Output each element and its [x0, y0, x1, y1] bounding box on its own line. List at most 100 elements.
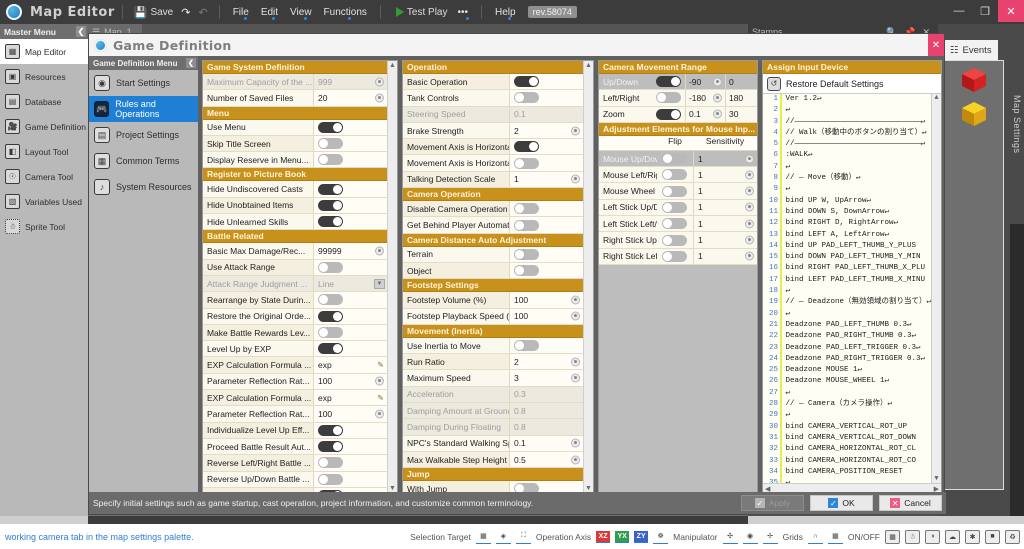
settings-row-value[interactable]: 20 ● — [312, 90, 387, 106]
stepper-button[interactable]: ● — [744, 219, 754, 229]
stepper-button[interactable]: ● — [570, 295, 580, 305]
settings-row-value[interactable]: 100 ● — [508, 308, 583, 324]
settings-row[interactable]: Hide Unobtained Items — [202, 197, 387, 215]
selection-target-scene-icon[interactable]: ⛶ — [515, 530, 531, 544]
settings-row-value[interactable] — [312, 422, 387, 438]
settings-row[interactable]: Movement Axis is Horizontal a... — [402, 139, 583, 156]
settings-row-value[interactable] — [312, 471, 387, 487]
settings-row[interactable]: Steering Speed 0.1 — [402, 106, 583, 123]
stepper-button[interactable]: ● — [570, 373, 580, 383]
toggle-switch[interactable] — [656, 92, 682, 104]
edit-pencil-icon[interactable]: ✎ — [377, 393, 384, 402]
scroll-up-icon[interactable]: ▲ — [934, 94, 938, 102]
scroll-down-icon[interactable]: ▼ — [934, 475, 938, 483]
mouse-row-sensitivity[interactable]: 1 ● — [692, 199, 757, 216]
minimize-button[interactable]: — — [946, 0, 972, 22]
settings-row[interactable]: Get Behind Player Automatically — [402, 217, 583, 234]
toggle-switch[interactable] — [513, 141, 539, 153]
settings-row[interactable]: Individualize Level Up Eff... — [202, 422, 387, 439]
yellow-cube-thumbnail[interactable] — [957, 99, 991, 129]
mouse-row-sensitivity[interactable]: 1 ● — [692, 150, 757, 167]
settings-row-value[interactable] — [312, 455, 387, 471]
manipulator-move-icon[interactable]: ✣ — [722, 530, 738, 544]
scroll-down-icon[interactable]: ▼ — [585, 485, 592, 492]
settings-row[interactable]: Maximum Speed 3 ● — [402, 370, 583, 387]
toggle-switch[interactable] — [513, 265, 539, 277]
sidebar-item-variables-used[interactable]: ▧ Variables Used — [0, 189, 88, 214]
settings-row-value[interactable] — [508, 262, 583, 279]
close-button[interactable]: ✕ — [998, 0, 1024, 22]
settings-row[interactable]: Object — [402, 262, 583, 280]
settings-row[interactable]: Hide Unlearned Skills — [202, 214, 387, 231]
toggle-switch[interactable] — [662, 169, 688, 181]
camera-range-max[interactable]: 0 — [724, 74, 757, 90]
mouse-adjustment-row[interactable]: Right Stick Up/... 1● — [598, 232, 757, 249]
settings-row[interactable]: Brake Strength 2 ● — [402, 122, 583, 140]
mouse-row-sensitivity[interactable]: 1 ● — [692, 167, 757, 183]
settings-row-value[interactable]: 2 ● — [508, 122, 583, 139]
toggle-switch[interactable] — [656, 108, 682, 120]
settings-row[interactable]: Reverse Up/Down Battle ... — [202, 471, 387, 488]
settings-row-value[interactable] — [312, 214, 387, 230]
toggle-switch[interactable] — [317, 327, 343, 338]
settings-row-value[interactable] — [312, 292, 387, 308]
settings-row[interactable]: Skip Title Screen — [202, 135, 387, 153]
stepper-button[interactable]: ● — [374, 77, 384, 87]
grid-toggle-icon[interactable]: ▦ — [885, 529, 900, 544]
sidebar-item-resources[interactable]: ▣ Resources — [0, 64, 88, 89]
settings-row-value[interactable] — [312, 181, 387, 197]
axis-xz-button[interactable]: XZ — [596, 530, 611, 543]
settings-row[interactable]: Use Inertia to Move — [402, 337, 583, 355]
stepper-button[interactable]: ● — [374, 246, 384, 256]
fog-icon[interactable]: ☁ — [945, 529, 960, 544]
toggle-switch[interactable] — [317, 441, 343, 453]
toggle-switch[interactable] — [317, 261, 343, 273]
toggle-switch[interactable] — [317, 310, 343, 322]
menu-edit[interactable]: Edit — [255, 5, 284, 20]
settings-row[interactable]: Disable Camera Operation — [402, 201, 583, 218]
settings-row-value[interactable]: 0.1 — [508, 106, 583, 122]
dialog-close-button[interactable]: ✕ — [928, 34, 944, 56]
mouse-adjustment-row[interactable]: Right Stick Left/... 1● — [598, 248, 757, 265]
settings-row-value[interactable]: 1 ● — [508, 171, 583, 188]
toggle-switch[interactable] — [513, 203, 539, 215]
toggle-switch[interactable] — [317, 457, 343, 469]
dialog-nav-item-system-resources[interactable]: ♪ System Resources — [89, 174, 198, 200]
light-icon[interactable]: ☃ — [905, 529, 920, 544]
stepper-button[interactable]: ● — [374, 409, 384, 419]
settings-row[interactable]: Movement Axis is Horizontal a... — [402, 155, 583, 172]
settings-row-value[interactable]: 999 ● — [312, 74, 387, 90]
toggle-switch[interactable] — [317, 294, 343, 306]
camera-range-max[interactable]: 30 — [724, 106, 757, 122]
stepper-button[interactable]: ● — [570, 455, 580, 465]
scrollbar-column-2[interactable]: ▲ ▼ — [582, 61, 593, 493]
settings-row-value[interactable] — [312, 341, 387, 357]
redo-button[interactable]: ↷ — [177, 4, 194, 21]
settings-row[interactable]: Restore the Original Orde... — [202, 308, 387, 325]
toggle-switch[interactable] — [513, 219, 539, 231]
settings-row-value[interactable] — [312, 259, 387, 275]
settings-row[interactable]: Number of Saved Files 20 ● — [202, 90, 387, 107]
mouse-row-flip-toggle[interactable] — [657, 183, 693, 198]
toggle-switch[interactable] — [317, 424, 343, 436]
toggle-switch[interactable] — [317, 473, 343, 485]
toggle-switch[interactable] — [317, 138, 343, 150]
mouse-adjustment-row[interactable]: Left Stick Up/D... 1● — [598, 199, 757, 217]
toggle-switch[interactable] — [662, 234, 688, 246]
settings-row-value[interactable] — [508, 337, 583, 354]
overflow-menu-button[interactable]: ••• — [451, 5, 474, 20]
settings-row[interactable]: Level Up by EXP — [202, 341, 387, 358]
stepper-button[interactable]: ● — [744, 154, 754, 164]
settings-row-value[interactable]: 0.1 ● — [508, 435, 583, 451]
restore-default-settings-button[interactable]: ↺ Restore Default Settings — [762, 74, 941, 94]
toggle-switch[interactable] — [317, 343, 343, 355]
settings-row-value[interactable]: 100 ● — [312, 406, 387, 422]
settings-row-value[interactable] — [312, 197, 387, 214]
mouse-row-sensitivity[interactable]: 1 ● — [692, 183, 757, 199]
stepper-button[interactable]: ● — [744, 235, 754, 245]
mouse-row-flip-toggle[interactable] — [657, 200, 693, 215]
mouse-adjustment-row[interactable]: Mouse Wheel 1 ● — [598, 183, 757, 200]
stepper-button[interactable]: ● — [570, 174, 580, 184]
axis-zy-button[interactable]: ZY — [634, 530, 649, 543]
dialog-nav-item-project-settings[interactable]: ▤ Project Settings — [89, 122, 198, 148]
